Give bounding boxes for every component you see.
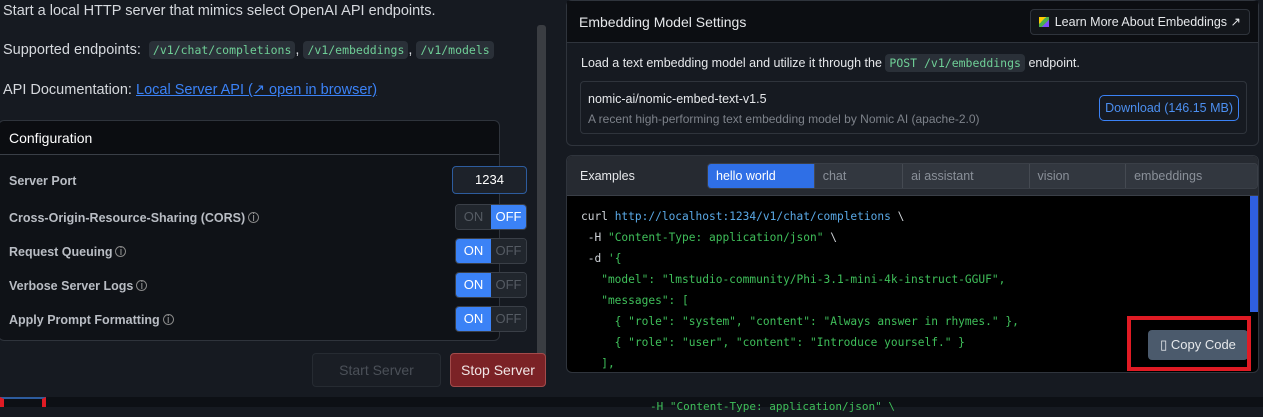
- label: Apply Prompt Formatting: [9, 313, 160, 327]
- code-token: '{: [607, 252, 622, 265]
- server-port-label: Server Port: [9, 174, 77, 188]
- start-server-button[interactable]: Start Server: [312, 353, 441, 387]
- learn-more-button[interactable]: Learn More About Embeddings ↗: [1029, 9, 1250, 35]
- prompt-formatting-label: Apply Prompt Formatting i: [9, 313, 174, 327]
- code-line: "messages": [: [581, 294, 689, 307]
- learn-more-label: Learn More About Embeddings ↗: [1054, 15, 1241, 29]
- tab-embeddings-python[interactable]: embeddings (python): [1125, 164, 1257, 188]
- embedding-settings: Embedding Model Settings Learn More Abou…: [566, 0, 1259, 146]
- code-token: \: [890, 210, 905, 223]
- endpoint-code: /v1/embeddings: [303, 41, 409, 59]
- server-description: Start a local HTTP server that mimics se…: [3, 3, 436, 19]
- sep: ,: [295, 42, 300, 58]
- scrollbar[interactable]: [537, 25, 546, 360]
- model-name: nomic-ai/nomic-embed-text-v1.5: [588, 92, 767, 106]
- desc-text: endpoint.: [1028, 56, 1080, 70]
- examples-title: Examples: [580, 169, 635, 183]
- desc-text: Load a text embedding model and utilize …: [581, 56, 882, 70]
- code-token: curl: [581, 210, 615, 223]
- code-line: { "role": "user", "content": "Introduce …: [581, 336, 965, 349]
- embedding-model-card: nomic-ai/nomic-embed-text-v1.5 A recent …: [580, 81, 1247, 134]
- code-line: ],: [581, 357, 615, 370]
- toggle-off[interactable]: OFF: [491, 307, 526, 331]
- label: Verbose Server Logs: [9, 279, 134, 293]
- code-line: "model": "lmstudio-community/Phi-3.1-min…: [581, 273, 1006, 286]
- embedding-title: Embedding Model Settings: [579, 14, 747, 30]
- tab-hello-world-curl[interactable]: hello world (curl): [708, 164, 814, 188]
- highlight-box: [0, 397, 46, 407]
- sep: ,: [408, 42, 413, 58]
- code-scrollbar[interactable]: [1250, 196, 1258, 312]
- docs-link[interactable]: Local Server API (↗ open in browser): [136, 82, 377, 98]
- stop-server-button[interactable]: Stop Server: [450, 353, 546, 387]
- endpoint-code: /v1/chat/completions: [148, 41, 296, 59]
- request-queuing-toggle[interactable]: ON OFF: [455, 238, 527, 264]
- endpoint-code: POST /v1/embeddings: [885, 54, 1025, 72]
- cors-label: Cross-Origin-Resource-Sharing (CORS) i: [9, 211, 260, 225]
- tab-chat-python[interactable]: chat (python): [813, 164, 903, 188]
- background-code: -H "Content-Type: application/json" \: [650, 400, 896, 413]
- toggle-off[interactable]: OFF: [491, 239, 526, 263]
- info-icon[interactable]: i: [162, 314, 174, 326]
- cube-icon: [1038, 17, 1049, 27]
- code-token: http://localhost:1234/v1/chat/completion…: [614, 210, 891, 223]
- info-icon[interactable]: i: [248, 212, 260, 224]
- api-docs: API Documentation: Local Server API (↗ o…: [3, 82, 377, 98]
- server-panel: Start a local HTTP server that mimics se…: [0, 0, 548, 397]
- model-description: A recent high-performing text embedding …: [588, 112, 980, 126]
- toggle-on[interactable]: ON: [456, 273, 491, 297]
- download-button[interactable]: Download (146.15 MB): [1099, 95, 1239, 121]
- configuration-section: Configuration: [0, 120, 500, 341]
- info-icon[interactable]: i: [136, 280, 148, 292]
- examples-header: Examples hello world (curl) chat (python…: [567, 156, 1258, 196]
- code-token: -d: [581, 252, 608, 265]
- endpoints-label: Supported endpoints:: [3, 42, 141, 58]
- configuration-title: Configuration: [0, 121, 499, 155]
- docs-label: API Documentation:: [3, 82, 132, 98]
- code-line: { "role": "system", "content": "Always a…: [581, 315, 1019, 328]
- server-port-input[interactable]: 1234: [452, 166, 527, 194]
- toggle-on[interactable]: ON: [456, 239, 491, 263]
- tab-ai-assistant-python[interactable]: ai assistant (python): [902, 164, 1029, 188]
- toggle-off[interactable]: OFF: [491, 205, 526, 229]
- request-queuing-label: Request Queuing i: [9, 245, 127, 259]
- embedding-header: Embedding Model Settings Learn More Abou…: [567, 1, 1258, 43]
- example-tabs: hello world (curl) chat (python) ai assi…: [707, 163, 1258, 189]
- supported-endpoints: Supported endpoints: /v1/chat/completion…: [3, 41, 494, 59]
- code-token: "Content-Type: application/json": [607, 231, 824, 244]
- code-token: \: [823, 231, 837, 244]
- label: Request Queuing: [9, 245, 113, 259]
- prompt-formatting-toggle[interactable]: ON OFF: [455, 306, 527, 332]
- verbose-logs-label: Verbose Server Logs i: [9, 279, 148, 293]
- cors-toggle[interactable]: ON OFF: [455, 204, 527, 230]
- info-icon[interactable]: i: [115, 246, 127, 258]
- background-window: -H "Content-Type: application/json" \: [0, 397, 1263, 413]
- tab-vision-python[interactable]: vision (python): [1028, 164, 1126, 188]
- embedding-description: Load a text embedding model and utilize …: [581, 54, 1080, 72]
- code-block: curl http://localhost:1234/v1/chat/compl…: [581, 206, 1019, 372]
- endpoint-code: /v1/models: [416, 41, 494, 59]
- highlight-box: [1127, 316, 1251, 371]
- code-token: -H: [581, 231, 608, 244]
- toggle-on[interactable]: ON: [456, 307, 491, 331]
- verbose-logs-toggle[interactable]: ON OFF: [455, 272, 527, 298]
- toggle-on[interactable]: ON: [456, 205, 491, 229]
- toggle-off[interactable]: OFF: [491, 273, 526, 297]
- label: Cross-Origin-Resource-Sharing (CORS): [9, 211, 246, 225]
